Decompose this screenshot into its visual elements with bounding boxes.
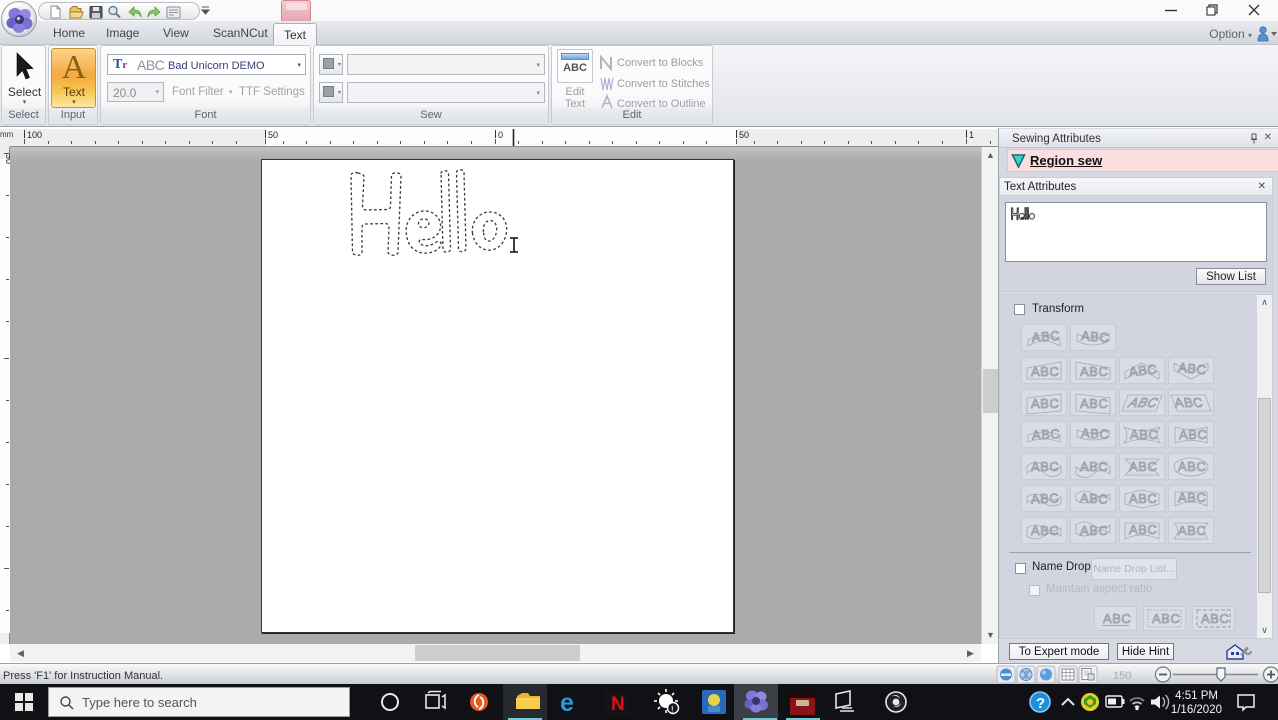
- svg-text:ABC: ABC: [1031, 364, 1059, 379]
- svg-text:100: 100: [27, 130, 42, 140]
- svg-text:ABC: ABC: [1126, 395, 1160, 410]
- svg-text:ABC: ABC: [1080, 396, 1108, 411]
- svg-text:!: !: [671, 705, 674, 715]
- svg-text:e: e: [560, 689, 574, 717]
- svg-text:150: 150: [1113, 670, 1131, 682]
- svg-text:ABC: ABC: [1171, 395, 1205, 410]
- svg-text:ABC: ABC: [1031, 459, 1059, 474]
- svg-text:4:51 PM: 4:51 PM: [1175, 690, 1218, 702]
- svg-text:ABC: ABC: [1152, 611, 1180, 626]
- svg-text:ABC: ABC: [1130, 427, 1158, 442]
- svg-text:ABC: ABC: [1103, 611, 1131, 626]
- svg-text:ABC: ABC: [1178, 490, 1206, 505]
- svg-text:ABC: ABC: [1081, 328, 1110, 345]
- svg-text:50: 50: [739, 130, 749, 140]
- svg-text:ABC: ABC: [1031, 490, 1060, 506]
- svg-text:N: N: [611, 694, 625, 715]
- svg-text:ABC: ABC: [1080, 490, 1109, 506]
- svg-text:ABC: ABC: [1080, 523, 1108, 538]
- svg-text:ABC: ABC: [1178, 360, 1208, 378]
- svg-text:ABC: ABC: [1178, 459, 1206, 474]
- svg-text:ABC: ABC: [1129, 522, 1157, 537]
- svg-text:ABC: ABC: [1031, 328, 1060, 345]
- svg-text:1: 1: [969, 130, 974, 140]
- svg-text:ABC: ABC: [1128, 361, 1158, 379]
- svg-text:0: 0: [498, 130, 503, 140]
- svg-text:ABC: ABC: [1080, 364, 1108, 379]
- svg-text:50: 50: [268, 130, 278, 140]
- svg-text:ABC: ABC: [1031, 396, 1059, 411]
- svg-text:ABC: ABC: [1031, 523, 1059, 538]
- svg-text:1/16/2020: 1/16/2020: [1171, 704, 1222, 716]
- svg-text:ABC: ABC: [1178, 523, 1206, 538]
- svg-text:ABC: ABC: [1179, 427, 1207, 442]
- svg-text:ABC: ABC: [1129, 459, 1157, 474]
- svg-text:?: ?: [1036, 695, 1045, 712]
- svg-text:ABC: ABC: [1129, 491, 1157, 506]
- svg-text:ABC: ABC: [1032, 426, 1061, 442]
- svg-text:ABC: ABC: [1201, 611, 1229, 626]
- svg-text:ABC: ABC: [1080, 459, 1108, 474]
- svg-text:ABC: ABC: [1081, 425, 1110, 441]
